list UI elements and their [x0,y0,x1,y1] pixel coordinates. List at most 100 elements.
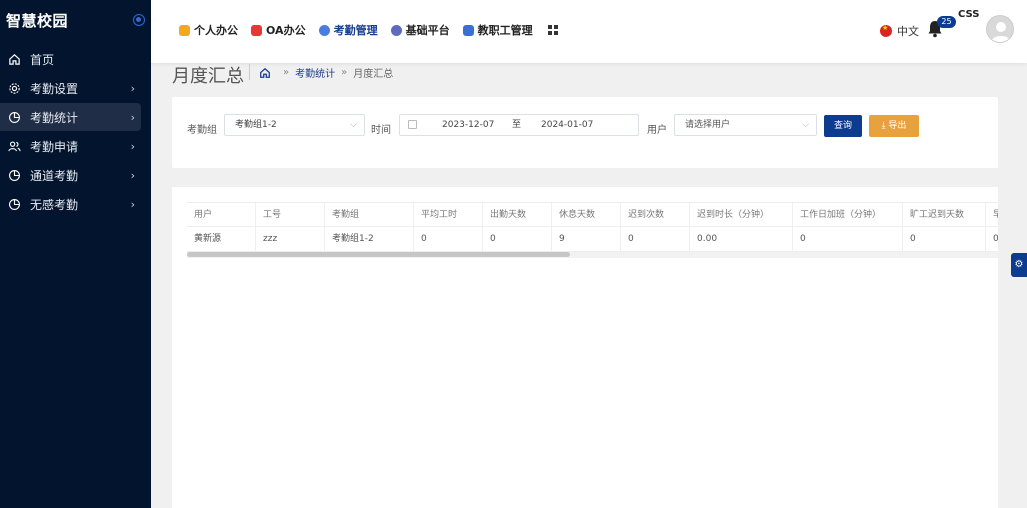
chevron-right-icon: › [130,110,135,124]
tab-label: 基础平台 [405,24,450,37]
column-header: 迟到次数 [621,203,690,226]
chevron-down-icon: ⌵ [802,120,809,130]
breadcrumb-parent[interactable]: 考勤统计 [295,65,335,80]
column-header: 出勤天数 [483,203,552,226]
user-name: CSS [958,9,980,20]
tab-oa-office[interactable]: OA办公 [251,22,306,38]
breadcrumb: » 考勤统计 » 月度汇总 [259,65,393,80]
column-header: 旷工迟到天数 [903,203,986,226]
collapse-menu-icon[interactable] [133,14,145,26]
table-cell: 黄新源 [187,227,256,251]
filter-panel: 考勤组 考勤组1-2 ⌵ 时间 2023-12-07 至 2024-01-07 … [172,97,998,168]
sidebar-item-label: 无感考勤 [30,197,79,212]
date-range-picker[interactable]: 2023-12-07 至 2024-01-07 [399,114,639,136]
group-value: 考勤组1-2 [235,120,277,130]
sidebar: 智慧校园 首页 考勤设置 › 考勤统计 › 考勤申请 › 通道考勤 › 无感考勤… [0,0,151,508]
sidebar-item-attendance-request[interactable]: 考勤申请 › [0,132,141,160]
table-panel: 用户 工号 考勤组 平均工时 出勤天数 休息天数 迟到次数 迟到时长（分钟） 工… [172,187,998,508]
column-header: 工号 [256,203,325,226]
sidebar-item-attendance-settings[interactable]: 考勤设置 › [0,74,141,102]
chevron-right-icon: › [130,197,135,211]
sidebar-item-label: 考勤申请 [30,139,79,154]
chevron-right-icon: › [130,139,135,153]
tab-label: 考勤管理 [333,24,378,37]
tab-personal-office[interactable]: 个人办公 [179,22,238,38]
language-switch[interactable]: 中文 [880,23,919,39]
export-button[interactable]: ⤓ 导出 [869,115,919,137]
table-cell: 0 [986,227,998,251]
pie-chart-icon [7,110,21,124]
app-title: 智慧校园 [6,11,69,30]
pie-chart-icon [7,168,21,182]
scrollbar-thumb[interactable] [187,252,570,257]
date-end[interactable]: 2024-01-07 [541,115,593,135]
table-cell: 0 [414,227,483,251]
user-label: 用户 [647,125,667,136]
table-cell: 0.00 [690,227,793,251]
query-button[interactable]: 查询 [824,115,862,137]
horizontal-scrollbar[interactable] [187,252,998,258]
date-start[interactable]: 2023-12-07 [442,115,494,135]
column-header: 平均工时 [414,203,483,226]
summary-table: 用户 工号 考勤组 平均工时 出勤天数 休息天数 迟到次数 迟到时长（分钟） 工… [187,202,998,252]
sidebar-item-channel-attendance[interactable]: 通道考勤 › [0,161,141,189]
pie-chart-icon [7,197,21,211]
notification-badge: 25 [937,16,956,28]
tab-label: OA办公 [266,24,306,37]
column-header: 工作日加班（分钟） [793,203,903,226]
table-cell: 0 [903,227,986,251]
table-cell: 0 [621,227,690,251]
date-separator: 至 [512,120,522,130]
column-header: 迟到时长（分钟） [690,203,793,226]
time-label: 时间 [371,125,391,136]
breadcrumb-separator: » [341,67,348,78]
settings-float-icon[interactable]: ⚙ [1011,253,1027,277]
table-row[interactable]: 黄新源 zzz 考勤组1-2 0 0 9 0 0.00 0 0 0 [187,227,998,252]
breadcrumb-separator: » [283,67,290,78]
calendar-icon [408,120,417,129]
column-header: 休息天数 [552,203,621,226]
gear-icon [7,81,21,95]
tab-label: 教职工管理 [477,24,533,37]
china-flag-icon [880,24,892,37]
tab-staff-management[interactable]: 教职工管理 [462,22,533,38]
table-cell: 考勤组1-2 [325,227,414,251]
users-icon [7,139,21,153]
table-header-row: 用户 工号 考勤组 平均工时 出勤天数 休息天数 迟到次数 迟到时长（分钟） 工… [187,202,998,227]
export-label: 导出 [888,121,907,131]
top-nav: 个人办公 OA办公 考勤管理 基础平台 教职工管理 [179,22,558,38]
sidebar-item-contactless-attendance[interactable]: 无感考勤 › [0,190,141,218]
breadcrumb-current: 月度汇总 [353,69,394,80]
chevron-right-icon: › [130,168,135,182]
briefcase-icon [251,24,262,36]
sidebar-menu: 首页 考勤设置 › 考勤统计 › 考勤申请 › 通道考勤 › 无感考勤 › [0,45,151,218]
home-icon[interactable] [259,67,271,79]
sidebar-item-label: 考勤设置 [30,81,79,96]
user-icon [318,24,330,36]
language-label: 中文 [897,25,919,38]
tab-base-platform[interactable]: 基础平台 [390,22,450,38]
column-header: 考勤组 [325,203,414,226]
apps-grid-icon[interactable] [547,25,558,35]
user-placeholder: 请选择用户 [685,120,731,130]
attendance-group-select[interactable]: 考勤组1-2 ⌵ [224,114,365,136]
top-bar: 个人办公 OA办公 考勤管理 基础平台 教职工管理 中文 25 CSS [151,0,1027,63]
home-icon [7,52,21,66]
sidebar-item-attendance-statistics[interactable]: 考勤统计 › [0,103,141,131]
sidebar-item-label: 通道考勤 [30,168,79,183]
group-label: 考勤组 [187,125,217,136]
tab-attendance-management[interactable]: 考勤管理 [318,22,378,38]
user-select[interactable]: 请选择用户 ⌵ [674,114,817,136]
page-title: 月度汇总 [172,66,244,87]
sidebar-item-label: 考勤统计 [30,110,79,125]
table-cell: 0 [483,227,552,251]
platform-icon [390,24,402,36]
staff-icon [462,24,474,36]
table-cell: 9 [552,227,621,251]
sidebar-item-label: 首页 [30,52,55,67]
sidebar-item-home[interactable]: 首页 [0,45,141,73]
chevron-right-icon: › [130,81,135,95]
brand: 智慧校园 [0,0,151,40]
divider [249,64,250,80]
avatar[interactable] [986,15,1014,43]
